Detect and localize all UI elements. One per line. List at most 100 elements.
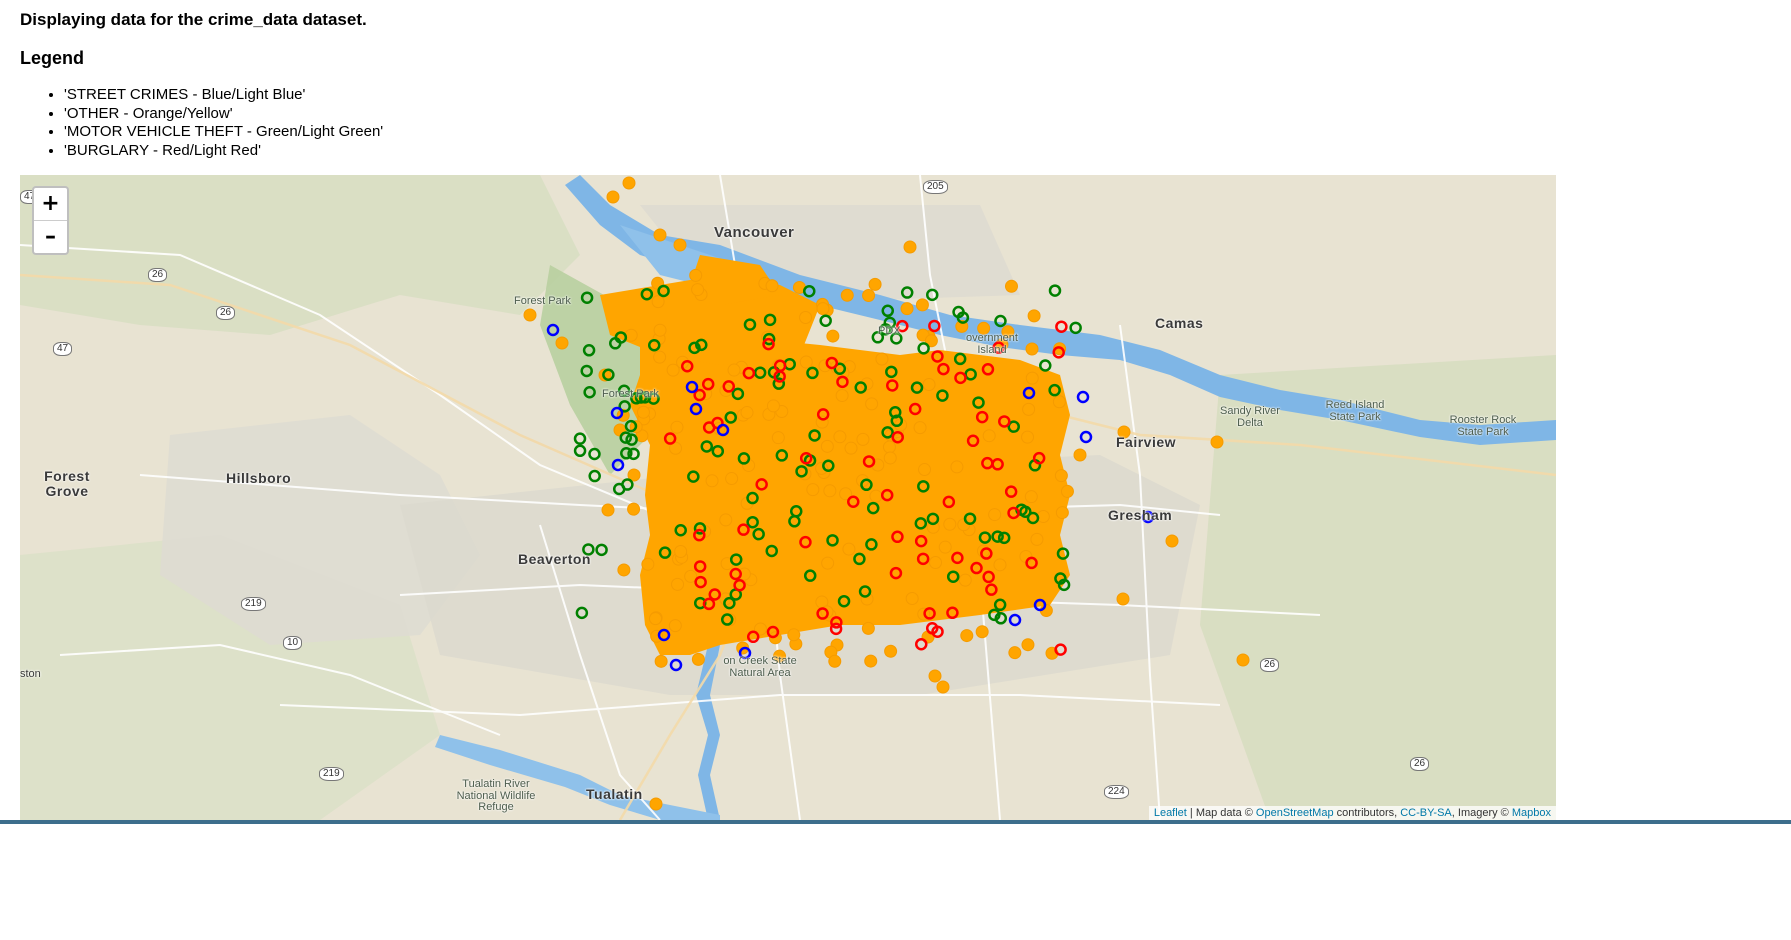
other-marker[interactable] (884, 644, 898, 658)
other-marker[interactable] (674, 544, 688, 558)
other-marker[interactable] (1055, 506, 1069, 520)
other-marker[interactable] (840, 288, 854, 302)
leaflet-link[interactable]: Leaflet (1154, 807, 1187, 819)
other-marker[interactable] (668, 619, 682, 633)
other-marker[interactable] (1021, 638, 1035, 652)
other-marker[interactable] (922, 378, 936, 392)
other-marker[interactable] (856, 432, 870, 446)
other-marker[interactable] (865, 397, 879, 411)
other-marker[interactable] (799, 311, 813, 325)
other-marker[interactable] (1210, 435, 1224, 449)
other-marker[interactable] (826, 329, 840, 343)
other-marker[interactable] (882, 440, 896, 454)
other-marker[interactable] (806, 483, 820, 497)
other-marker[interactable] (936, 680, 950, 694)
other-marker[interactable] (958, 573, 972, 587)
other-marker[interactable] (918, 463, 932, 477)
crime-map[interactable]: Vancouver Camas Fairview Gresham Hillsbo… (20, 175, 1556, 820)
zoom-out-button[interactable]: – (34, 221, 67, 253)
other-marker[interactable] (950, 460, 964, 474)
other-marker[interactable] (1116, 592, 1130, 606)
other-marker[interactable] (993, 558, 1007, 572)
other-marker[interactable] (1165, 534, 1179, 548)
other-marker[interactable] (975, 625, 989, 639)
other-marker[interactable] (555, 336, 569, 350)
other-marker[interactable] (1008, 646, 1022, 660)
other-marker[interactable] (622, 176, 636, 190)
other-marker[interactable] (861, 621, 875, 635)
other-marker[interactable] (821, 556, 835, 570)
mapbox-link[interactable]: Mapbox (1512, 807, 1551, 819)
other-marker[interactable] (691, 652, 705, 666)
other-marker[interactable] (1236, 653, 1250, 667)
other-marker[interactable] (727, 363, 741, 377)
other-marker[interactable] (929, 556, 943, 570)
other-marker[interactable] (1073, 448, 1087, 462)
other-marker[interactable] (823, 484, 837, 498)
other-marker[interactable] (653, 350, 667, 364)
other-marker[interactable] (815, 461, 829, 475)
other-marker[interactable] (705, 474, 719, 488)
other-marker[interactable] (1021, 430, 1035, 444)
other-marker[interactable] (787, 628, 801, 642)
osm-link[interactable]: OpenStreetMap (1256, 807, 1334, 819)
other-marker[interactable] (671, 577, 685, 591)
other-marker[interactable] (624, 328, 638, 342)
other-marker[interactable] (844, 441, 858, 455)
other-marker[interactable] (617, 563, 631, 577)
other-marker[interactable] (875, 352, 889, 366)
other-marker[interactable] (601, 503, 615, 517)
other-marker[interactable] (1004, 279, 1018, 293)
other-marker[interactable] (903, 240, 917, 254)
other-marker[interactable] (1022, 402, 1036, 416)
other-marker[interactable] (883, 451, 897, 465)
bottom-scrollbar[interactable] (0, 820, 1791, 824)
other-marker[interactable] (523, 308, 537, 322)
other-marker[interactable] (868, 277, 882, 291)
other-marker[interactable] (1025, 342, 1039, 356)
other-marker[interactable] (691, 283, 705, 297)
other-marker[interactable] (766, 399, 780, 413)
other-marker[interactable] (689, 268, 703, 282)
other-marker[interactable] (649, 797, 663, 811)
other-marker[interactable] (653, 323, 667, 337)
other-marker[interactable] (1025, 371, 1039, 385)
other-marker[interactable] (654, 654, 668, 668)
zoom-in-button[interactable]: + (34, 188, 67, 221)
other-marker[interactable] (673, 238, 687, 252)
other-marker[interactable] (938, 540, 952, 554)
other-marker[interactable] (636, 405, 650, 419)
other-marker[interactable] (833, 430, 847, 444)
other-marker[interactable] (900, 302, 914, 316)
other-marker[interactable] (864, 654, 878, 668)
other-marker[interactable] (771, 431, 785, 445)
other-marker[interactable] (1024, 490, 1038, 504)
other-marker[interactable] (606, 190, 620, 204)
other-marker[interactable] (816, 302, 830, 316)
other-marker[interactable] (960, 629, 974, 643)
other-marker[interactable] (957, 518, 971, 532)
other-marker[interactable] (988, 508, 1002, 522)
other-marker[interactable] (651, 295, 665, 309)
other-marker[interactable] (913, 421, 927, 435)
other-marker[interactable] (641, 557, 655, 571)
other-marker[interactable] (1052, 395, 1066, 409)
other-marker[interactable] (915, 298, 929, 312)
other-marker[interactable] (740, 406, 754, 420)
other-marker[interactable] (1060, 484, 1074, 498)
other-marker[interactable] (943, 517, 957, 531)
other-marker[interactable] (1036, 510, 1050, 524)
other-marker[interactable] (765, 279, 779, 293)
other-marker[interactable] (982, 429, 996, 443)
other-marker[interactable] (928, 669, 942, 683)
other-marker[interactable] (1054, 469, 1068, 483)
other-marker[interactable] (719, 513, 733, 527)
other-marker[interactable] (725, 472, 739, 486)
other-marker[interactable] (670, 420, 684, 434)
other-marker[interactable] (905, 592, 919, 606)
other-marker[interactable] (835, 388, 849, 402)
license-link[interactable]: CC-BY-SA (1400, 807, 1452, 819)
other-marker[interactable] (1027, 309, 1041, 323)
other-marker[interactable] (648, 612, 662, 626)
other-marker[interactable] (1030, 532, 1044, 546)
